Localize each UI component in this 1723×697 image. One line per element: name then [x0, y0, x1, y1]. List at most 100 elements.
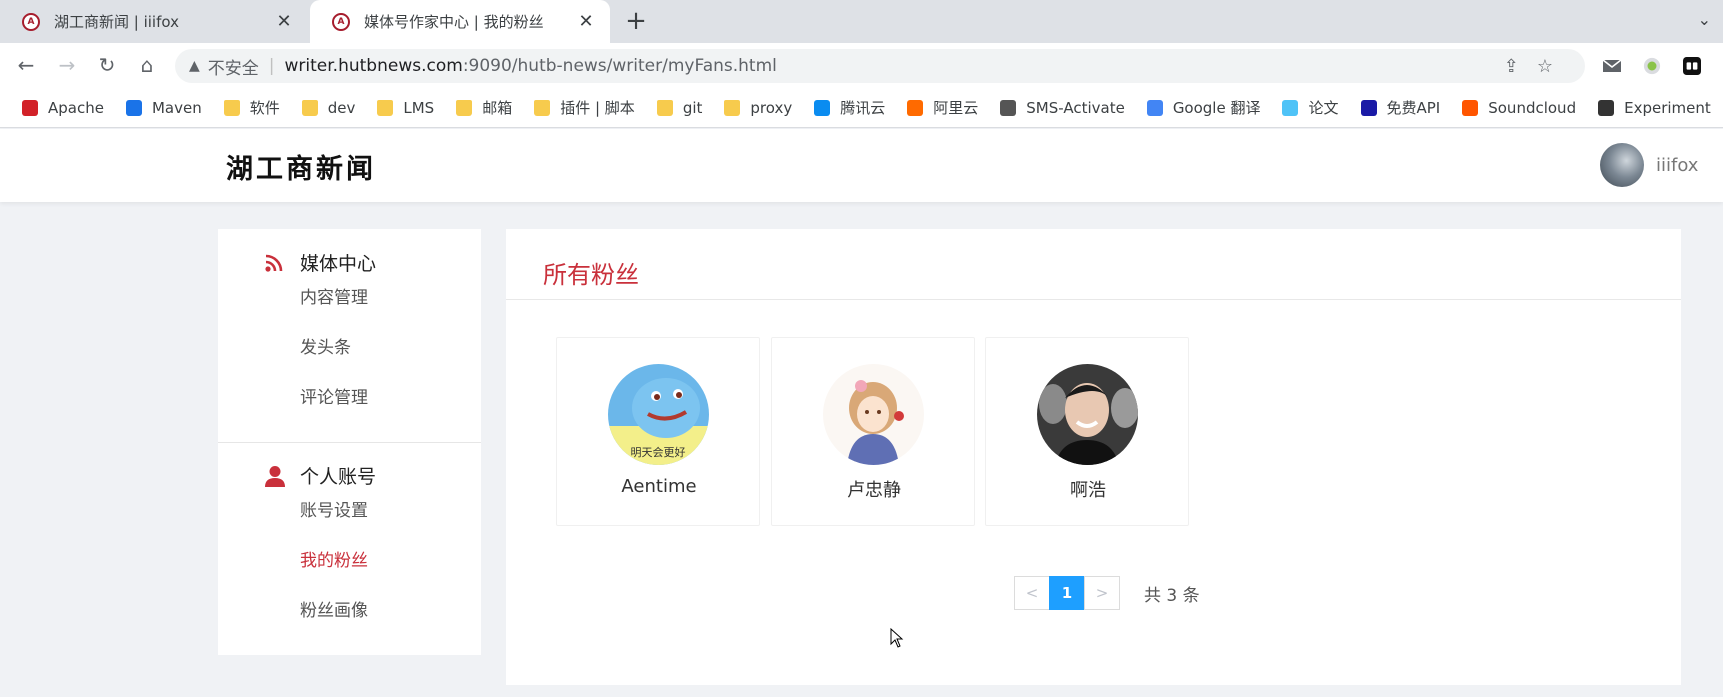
- mail-icon[interactable]: [1602, 57, 1622, 75]
- sidebar-item-content-management[interactable]: 内容管理: [300, 283, 368, 308]
- address-bar[interactable]: ▲ 不安全 | writer.hutbnews.com :9090/hutb-n…: [175, 49, 1585, 83]
- bookmark-item[interactable]: proxy: [724, 99, 792, 117]
- sidebar-item-post-headline[interactable]: 发头条: [300, 333, 351, 358]
- sidebar-item-comment-management[interactable]: 评论管理: [300, 383, 368, 408]
- sidebar-item-my-fans[interactable]: 我的粉丝: [300, 546, 368, 571]
- browser-tab-bar: A 湖工商新闻 | iiifox ✕ A 媒体号作家中心 | 我的粉丝 ✕ + …: [0, 0, 1723, 43]
- close-tab-icon[interactable]: ✕: [274, 11, 294, 32]
- folder-icon: [724, 99, 741, 116]
- fan-name[interactable]: 卢忠静: [772, 476, 976, 502]
- bookmark-label: 腾讯云: [840, 99, 886, 117]
- insecure-label: 不安全: [207, 58, 259, 79]
- page-1-button[interactable]: 1: [1049, 576, 1085, 610]
- sidebar-item-account-settings[interactable]: 账号设置: [300, 496, 368, 521]
- folder-icon: [223, 99, 240, 116]
- bookmarks-bar: Apache Maven 软件 dev LMS 邮箱 插件 | 脚本 git proxy 腾讯云 阿…: [0, 88, 1723, 128]
- bookmark-item[interactable]: 阿里云: [907, 97, 978, 118]
- omnibox-actions: ⇪☆: [1504, 56, 1571, 77]
- bookmark-label: 邮箱: [482, 99, 513, 117]
- site-favicon-icon: A: [332, 12, 350, 31]
- bookmark-item[interactable]: Soundcloud: [1462, 99, 1576, 117]
- close-tab-icon[interactable]: ✕: [576, 11, 596, 32]
- fan-name[interactable]: 啊浩: [986, 476, 1190, 502]
- bookmark-label: 插件 | 脚本: [560, 99, 635, 117]
- next-page-button[interactable]: >: [1084, 576, 1120, 610]
- fan-card[interactable]: 啊浩: [985, 337, 1189, 526]
- bookmark-label: dev: [327, 98, 356, 117]
- prev-page-button[interactable]: <: [1014, 576, 1050, 610]
- mouse-cursor-icon: [890, 628, 904, 648]
- rss-icon: [262, 252, 288, 274]
- feather-icon: [22, 99, 38, 116]
- cloud-icon: [814, 99, 831, 116]
- bookmark-item[interactable]: 软件: [223, 97, 280, 118]
- api-icon: [1360, 99, 1377, 116]
- bookmark-item[interactable]: LMS: [377, 99, 434, 117]
- bookmark-item[interactable]: SMS-Activate: [1000, 99, 1125, 117]
- fan-avatar[interactable]: [1037, 364, 1138, 465]
- mvn-icon: [125, 99, 142, 116]
- folder-icon: [377, 99, 394, 116]
- bookmark-label: 论文: [1308, 99, 1339, 117]
- forward-button[interactable]: →: [51, 49, 83, 81]
- user-menu[interactable]: iiifox: [1600, 143, 1698, 187]
- pagination: < 1 > 共 3 条: [1014, 576, 1200, 610]
- page-title: 所有粉丝: [543, 261, 639, 289]
- extension-status-icon[interactable]: [1642, 57, 1662, 75]
- avatar[interactable]: [1600, 143, 1644, 187]
- bookmark-label: Soundcloud: [1488, 98, 1577, 117]
- bookmark-item[interactable]: 论文: [1282, 97, 1339, 118]
- sidebar-item-fan-profile[interactable]: 粉丝画像: [300, 596, 368, 621]
- bookmark-label: proxy: [750, 98, 793, 117]
- browser-tab-2[interactable]: A 媒体号作家中心 | 我的粉丝 ✕: [310, 0, 610, 43]
- fan-card[interactable]: 明天会更好 Aentime: [556, 337, 760, 526]
- bookmark-item[interactable]: 腾讯云: [814, 97, 885, 118]
- warning-icon[interactable]: ▲: [189, 58, 200, 74]
- soundcloud-icon: [1462, 99, 1479, 116]
- bookmark-item[interactable]: Apache: [22, 99, 104, 117]
- username[interactable]: iiifox: [1656, 155, 1698, 176]
- site-favicon-icon: A: [22, 12, 40, 31]
- fan-card[interactable]: 卢忠静: [771, 337, 975, 526]
- folder-icon: [456, 99, 473, 116]
- bookmark-label: LMS: [403, 98, 435, 117]
- total-count: 共 3 条: [1144, 585, 1200, 606]
- bookmark-item[interactable]: 插件 | 脚本: [534, 97, 635, 118]
- paper-icon: [1282, 99, 1299, 116]
- folder-icon: [301, 99, 318, 116]
- sidebar-divider: [218, 442, 481, 443]
- user-icon: [262, 465, 288, 487]
- address-separator: |: [268, 56, 275, 76]
- url-path: :9090/hutb-news/writer/myFans.html: [462, 56, 777, 76]
- bookmark-item[interactable]: 邮箱: [456, 97, 512, 118]
- site-header: 湖工商新闻 iiifox: [0, 129, 1723, 202]
- bookmark-item[interactable]: Maven: [125, 98, 202, 117]
- bookmark-label: Maven: [151, 98, 202, 117]
- fan-name[interactable]: Aentime: [557, 476, 761, 497]
- site-logo[interactable]: 湖工商新闻: [226, 147, 376, 186]
- fan-avatar[interactable]: 明天会更好: [608, 364, 709, 465]
- fan-avatar[interactable]: [823, 364, 924, 465]
- main-panel: 所有粉丝 明天会更好 Aentime 卢忠静 啊浩 < 1 > 共 3 条: [506, 229, 1681, 685]
- browser-tab-1[interactable]: A 湖工商新闻 | iiifox ✕: [0, 0, 308, 43]
- new-tab-button[interactable]: +: [620, 6, 652, 38]
- star-icon[interactable]: ☆: [1537, 56, 1571, 77]
- share-icon[interactable]: ⇪: [1504, 56, 1537, 77]
- tab-search-icon[interactable]: ⌄: [1698, 10, 1711, 29]
- bookmark-label: Google 翻译: [1172, 99, 1261, 117]
- bookmark-item[interactable]: dev: [301, 98, 356, 117]
- bookmark-item[interactable]: git: [656, 99, 702, 117]
- home-button[interactable]: ⌂: [131, 49, 163, 81]
- back-button[interactable]: ←: [10, 49, 42, 81]
- bookmark-item[interactable]: Google 翻译: [1146, 97, 1261, 118]
- section-title: 个人账号: [300, 466, 377, 488]
- folder-icon: [656, 99, 673, 116]
- reload-button[interactable]: ↻: [91, 49, 123, 81]
- bookmark-label: Experiment: [1624, 98, 1711, 117]
- translate-icon: [1146, 99, 1163, 116]
- bookmark-item[interactable]: 免费API: [1360, 97, 1440, 118]
- bookmark-item[interactable]: Experiment: [1598, 99, 1711, 117]
- extension-icon[interactable]: [1682, 57, 1702, 75]
- sms-icon: [1000, 99, 1017, 116]
- flask-icon: [1598, 99, 1615, 116]
